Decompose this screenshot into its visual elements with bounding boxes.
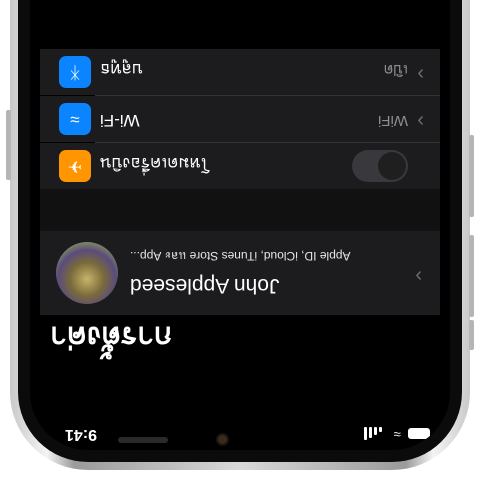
bluetooth-label: บลูทูธ bbox=[100, 60, 143, 79]
chevron-right-icon: › bbox=[415, 265, 422, 287]
volume-button bbox=[469, 235, 474, 317]
volume-button bbox=[469, 135, 474, 217]
apple-id-profile[interactable]: John Appleseed Apple ID, iCloud, iTunes … bbox=[40, 231, 440, 315]
avatar bbox=[56, 242, 118, 304]
wifi-label: Wi-Fi bbox=[100, 111, 140, 130]
mute-switch bbox=[469, 320, 474, 350]
battery-icon bbox=[408, 428, 430, 439]
bluetooth-value: เปิด bbox=[383, 61, 408, 78]
wifi-icon: ≈ bbox=[59, 103, 91, 135]
wifi-value: WiFi bbox=[378, 112, 408, 129]
chevron-right-icon: › bbox=[417, 110, 424, 132]
row-divider bbox=[95, 95, 440, 96]
side-button bbox=[6, 110, 11, 180]
bluetooth-icon: ᛡ bbox=[59, 56, 91, 88]
cellular-signal-icon bbox=[362, 427, 382, 440]
section-gap bbox=[40, 189, 440, 231]
settings-view: 9:41 ≈ การตั้งค่า John Appleseed Apple I… bbox=[30, 0, 450, 450]
page-title: การตั้งค่า bbox=[50, 320, 173, 353]
status-bar: 9:41 ≈ bbox=[30, 380, 450, 450]
wifi-row[interactable]: ≈ Wi-Fi WiFi › bbox=[40, 96, 440, 142]
airplane-mode-row[interactable]: ✈ โหมดเครื่องบิน bbox=[40, 143, 440, 189]
airplane-mode-toggle[interactable] bbox=[352, 150, 408, 182]
airplane-icon: ✈ bbox=[59, 150, 91, 182]
earpiece-speaker bbox=[118, 437, 168, 443]
front-camera bbox=[218, 435, 227, 444]
bluetooth-row[interactable]: ᛡ บลูทูธ เปิด › bbox=[40, 49, 440, 95]
wifi-status-icon: ≈ bbox=[393, 427, 401, 442]
profile-name: John Appleseed bbox=[130, 274, 280, 297]
phone-screen: 9:41 ≈ การตั้งค่า John Appleseed Apple I… bbox=[30, 0, 450, 450]
chevron-right-icon: › bbox=[417, 63, 424, 85]
notch bbox=[118, 422, 355, 450]
airplane-mode-label: โหมดเครื่องบิน bbox=[100, 154, 210, 173]
status-time: 9:41 bbox=[64, 426, 97, 443]
toggle-knob bbox=[378, 152, 406, 180]
profile-subtitle: Apple ID, iCloud, iTunes Store และ App..… bbox=[130, 249, 351, 263]
row-divider bbox=[95, 142, 440, 143]
